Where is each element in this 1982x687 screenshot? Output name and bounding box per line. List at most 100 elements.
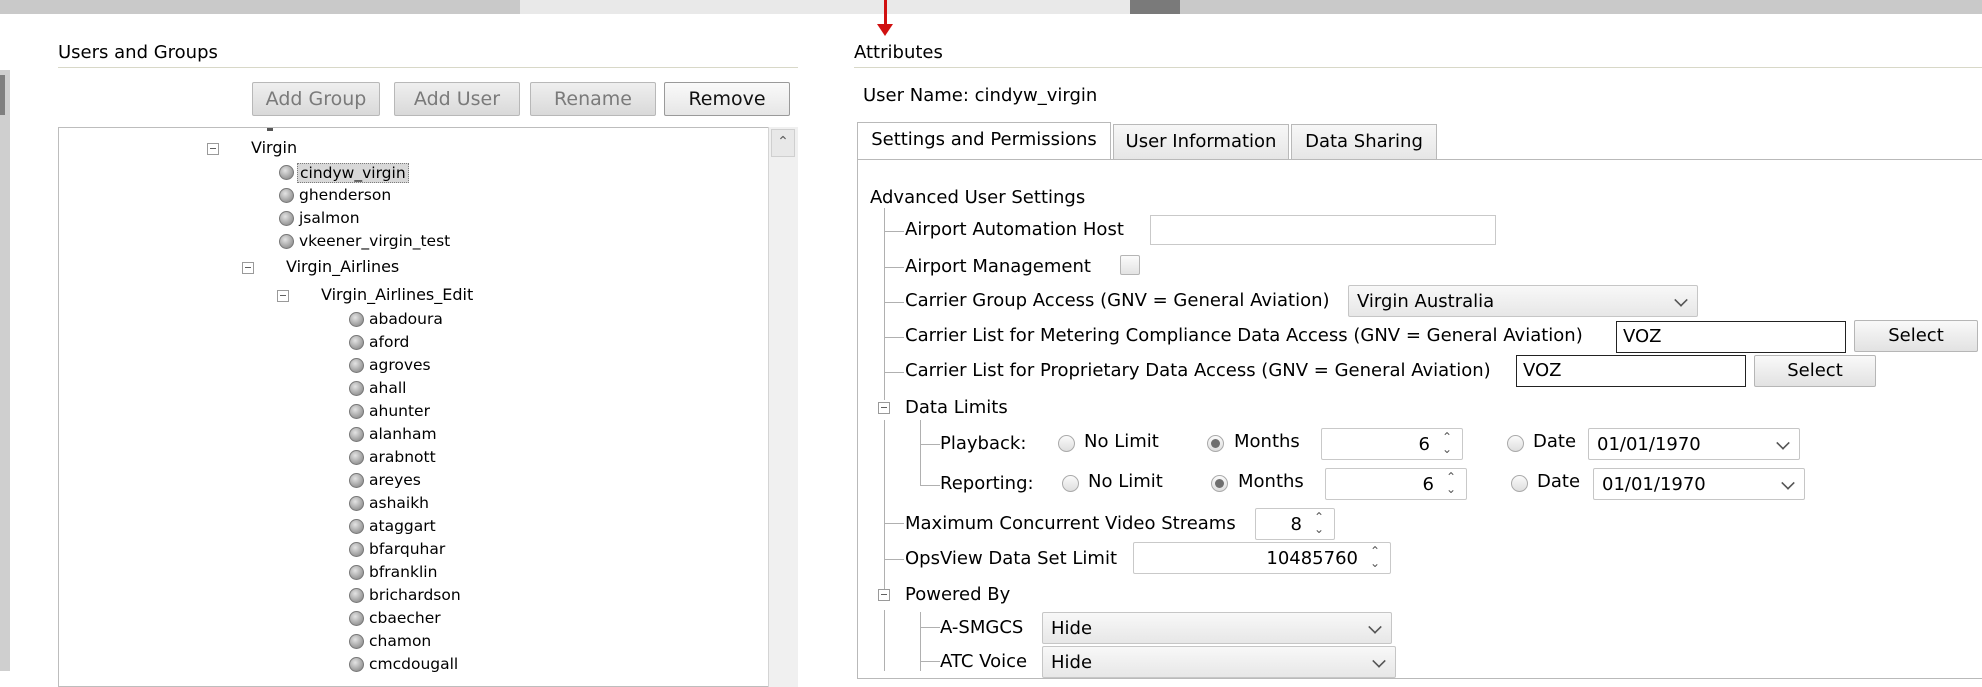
reporting-no-limit-label: No Limit [1088, 471, 1163, 492]
add-group-button[interactable]: Add Group [252, 82, 380, 116]
opsview-data-set-limit-label: OpsView Data Set Limit [905, 548, 1118, 569]
playback-date-radio[interactable] [1507, 435, 1524, 452]
tree-group-virgin-airlines-edit[interactable]: Virgin_Airlines_Edit [321, 285, 473, 304]
airport-automation-host-label: Airport Automation Host [905, 219, 1124, 240]
reporting-date-radio[interactable] [1511, 475, 1528, 492]
chevron-down-icon [1368, 620, 1382, 634]
metering-carrier-list-input[interactable]: VOZ [1616, 321, 1846, 353]
tree-user-label: ataggart [369, 517, 436, 535]
metering-select-button[interactable]: Select [1854, 320, 1978, 352]
tree-user-label: agroves [369, 356, 431, 374]
user-icon [349, 450, 364, 465]
tree-line [884, 420, 885, 594]
window-left-edge-shadow [0, 75, 5, 115]
user-icon [279, 188, 294, 203]
user-icon [349, 657, 364, 672]
spinner-arrows-icon[interactable]: ⌃ ⌄ [1366, 545, 1384, 571]
playback-months-radio[interactable] [1207, 435, 1224, 452]
tree-user-label: cmcdougall [369, 655, 459, 673]
airport-management-checkbox[interactable] [1120, 255, 1140, 275]
tree-vertical-scrollbar[interactable]: ⌃ [768, 127, 798, 687]
user-icon [349, 611, 364, 626]
opsview-data-set-limit-spinner[interactable]: 10485760 ⌃ ⌄ [1133, 542, 1391, 574]
reporting-months-label: Months [1238, 471, 1304, 492]
tree-line [920, 444, 940, 445]
tab-data-sharing[interactable]: Data Sharing [1291, 124, 1437, 159]
carrier-group-access-label: Carrier Group Access (GNV = General Avia… [905, 290, 1330, 311]
tree-line [884, 523, 904, 524]
proprietary-carrier-list-label: Carrier List for Proprietary Data Access… [905, 360, 1491, 381]
rename-button[interactable]: Rename [530, 82, 656, 116]
reporting-no-limit-radio[interactable] [1062, 475, 1079, 492]
tree-line [884, 372, 904, 373]
collapse-powered-by-icon[interactable] [878, 589, 890, 601]
playback-date-picker[interactable]: 01/01/1970 [1588, 428, 1800, 460]
red-arrow-head [877, 24, 893, 36]
user-icon [349, 542, 364, 557]
playback-months-label: Months [1234, 431, 1300, 452]
reporting-label: Reporting: [940, 473, 1034, 494]
reporting-date-picker[interactable]: 01/01/1970 [1593, 468, 1805, 500]
user-icon [349, 588, 364, 603]
window-left-edge [0, 70, 10, 671]
tree-user-label: cindyw_virgin [297, 163, 409, 183]
user-icon [349, 473, 364, 488]
tree-line [884, 337, 904, 338]
atc-voice-label: ATC Voice [940, 651, 1028, 672]
remove-button[interactable]: Remove [664, 82, 790, 116]
collapse-virgin-airlines-icon[interactable] [242, 262, 254, 274]
users-groups-title: Users and Groups [58, 42, 218, 63]
collapse-virgin-airlines-edit-icon[interactable] [277, 290, 289, 302]
clipped-row-remnant [267, 128, 273, 131]
users-groups-separator [58, 67, 798, 68]
tree-line [920, 661, 940, 662]
metering-carrier-list-label: Carrier List for Metering Compliance Dat… [905, 325, 1583, 346]
users-groups-tree[interactable]: Virgin cindyw_virgin ghenderson jsalmon … [58, 127, 798, 687]
tree-user-label: bfarquhar [369, 540, 446, 558]
tree-group-virgin[interactable]: Virgin [251, 138, 297, 157]
tree-line [884, 231, 904, 232]
spinner-arrows-icon[interactable]: ⌃ ⌄ [1442, 471, 1460, 497]
tree-line [920, 485, 940, 486]
advanced-user-settings-label: Advanced User Settings [870, 187, 1086, 208]
tab-settings-permissions[interactable]: Settings and Permissions [857, 122, 1111, 160]
collapse-virgin-icon[interactable] [207, 143, 219, 155]
atc-voice-select[interactable]: Hide [1042, 646, 1396, 678]
user-icon [349, 312, 364, 327]
playback-no-limit-radio[interactable] [1058, 435, 1075, 452]
add-user-button[interactable]: Add User [394, 82, 520, 116]
tree-group-virgin-airlines[interactable]: Virgin_Airlines [286, 257, 399, 276]
max-video-streams-spinner[interactable]: 8 ⌃ ⌄ [1255, 508, 1335, 540]
playback-months-spinner[interactable]: 6 ⌃ ⌄ [1321, 428, 1463, 460]
user-icon [349, 335, 364, 350]
reporting-months-radio[interactable] [1211, 475, 1228, 492]
tab-user-information[interactable]: User Information [1113, 124, 1289, 159]
user-icon [349, 381, 364, 396]
tree-user-label: aford [369, 333, 410, 351]
user-icon [349, 496, 364, 511]
tree-user-label: cbaecher [369, 609, 441, 627]
red-arrow-annotation [884, 0, 887, 26]
tree-user-label: ashaikh [369, 494, 430, 512]
tree-user-label: jsalmon [299, 209, 360, 227]
playback-date-label: Date [1533, 431, 1577, 452]
tree-line [884, 559, 904, 560]
airport-automation-host-input[interactable] [1150, 215, 1496, 245]
spinner-arrows-icon[interactable]: ⌃ ⌄ [1438, 431, 1456, 457]
collapse-data-limits-icon[interactable] [878, 402, 890, 414]
tree-line [920, 420, 921, 486]
tree-line [920, 612, 921, 671]
user-icon [279, 165, 294, 180]
asmgcs-select[interactable]: Hide [1042, 612, 1392, 644]
user-icon [349, 519, 364, 534]
spinner-arrows-icon[interactable]: ⌃ ⌄ [1310, 511, 1328, 537]
proprietary-carrier-list-input[interactable]: VOZ [1516, 355, 1746, 387]
reporting-months-spinner[interactable]: 6 ⌃ ⌄ [1325, 468, 1467, 500]
scroll-up-icon[interactable]: ⌃ [771, 129, 795, 157]
user-icon [349, 358, 364, 373]
tree-user-label: brichardson [369, 586, 461, 604]
tree-user-label: abadoura [369, 310, 443, 328]
proprietary-select-button[interactable]: Select [1754, 355, 1876, 387]
chevron-down-icon [1372, 654, 1386, 668]
carrier-group-access-select[interactable]: Virgin Australia [1348, 285, 1698, 317]
